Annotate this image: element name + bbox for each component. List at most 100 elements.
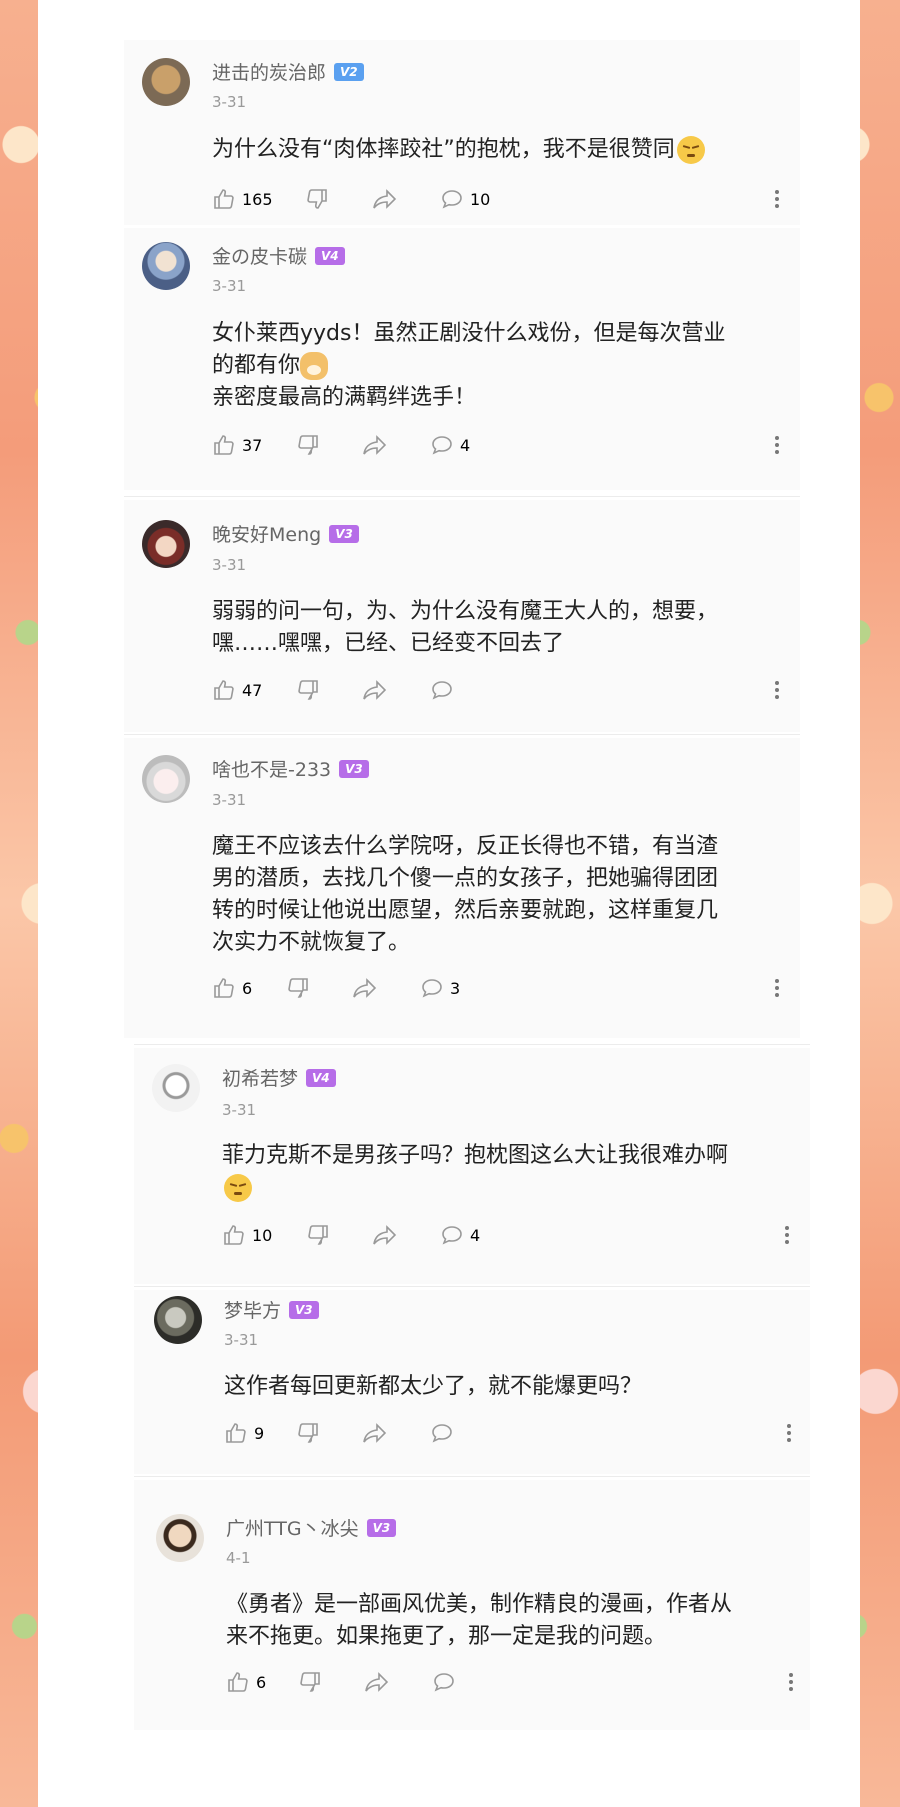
username[interactable]: 金の皮卡碳 V4 [212,242,345,269]
thumbs-down-icon [298,680,318,700]
avatar[interactable] [142,520,190,568]
share-button[interactable] [372,1223,398,1247]
comment-actions: 37 4 [212,431,782,461]
like-button[interactable]: 165 [212,187,273,211]
like-count: 10 [252,1225,273,1245]
thumbs-down-icon [307,189,327,209]
thumbs-up-icon [214,680,234,700]
avatar[interactable] [152,1064,200,1112]
reply-button[interactable] [430,1421,454,1445]
reply-button[interactable]: 4 [430,433,470,457]
more-options-button[interactable] [774,189,780,213]
more-options-button[interactable] [774,435,780,459]
share-button[interactable] [372,187,398,211]
divider [134,1476,810,1477]
thumbs-up-icon [226,1423,246,1443]
share-button[interactable] [364,1670,390,1694]
comment-date: 3-31 [212,791,247,809]
more-options-button[interactable] [784,1225,790,1249]
thumbs-up-icon [214,978,234,998]
like-button[interactable]: 6 [212,976,252,1000]
avatar[interactable] [154,1296,202,1344]
comment-bubble-icon [432,436,452,455]
smirk-emoji-icon [676,136,705,164]
reply-button[interactable] [432,1670,456,1694]
thumbs-down-icon [300,1672,320,1692]
dislike-button[interactable] [296,678,320,702]
username-text: 金の皮卡碳 [212,246,308,268]
avatar[interactable] [156,1514,204,1562]
more-options-button[interactable] [774,680,780,704]
reply-button[interactable]: 4 [440,1223,480,1247]
comment-bubble-icon [432,681,452,700]
username[interactable]: 晚安好Meng V3 [212,520,359,547]
comment-actions: 165 10 [212,185,782,215]
username[interactable]: 广州TTG丶冰尖 V3 [226,1514,397,1541]
share-button[interactable] [362,678,388,702]
comment-actions: 9 [224,1419,794,1449]
thumbs-up-icon [224,1225,244,1245]
dislike-button[interactable] [286,976,310,1000]
more-vertical-icon [775,681,779,699]
comment-text-line: 男的潜质，去找几个傻一点的女孩子，把她骗得团团 [212,866,719,891]
like-button[interactable]: 9 [224,1421,264,1445]
like-button[interactable]: 47 [212,678,262,702]
comment-text-line: 来不拖更。如果拖更了，那一定是我的问题。 [226,1624,667,1649]
reply-count: 4 [470,1225,481,1245]
reply-button[interactable]: 10 [440,187,490,211]
comment-text: 女仆莱西yyds！虽然正剧没什么戏份，但是每次营业 的都有你 亲密度最高的满羁绊… [212,318,772,414]
level-badge: V3 [289,1300,319,1319]
comment-text-line: 亲密度最高的满羁绊选手！ [212,385,477,410]
level-badge: V4 [306,1068,336,1087]
comment-date: 3-31 [222,1101,257,1119]
more-vertical-icon [775,979,779,997]
share-button[interactable] [352,976,378,1000]
comment-bubble-icon [442,190,462,209]
share-icon [373,1225,397,1245]
comment-list: 进击的炭治郎 V2 3-31 为什么没有“肉体摔跤社”的抱枕，我不是很赞同 16… [38,0,860,1807]
avatar[interactable] [142,58,190,106]
avatar[interactable] [142,755,190,803]
thumbs-down-icon [298,435,318,455]
username-text: 广州TTG丶冰尖 [226,1518,359,1540]
username[interactable]: 梦毕方 V3 [224,1296,319,1323]
dislike-button[interactable] [296,1421,320,1445]
more-options-button[interactable] [774,978,780,1002]
share-button[interactable] [362,1421,388,1445]
username-text: 晚安好Meng [212,524,322,546]
more-options-button[interactable] [786,1423,792,1447]
dislike-button[interactable] [298,1670,322,1694]
comment-bubble-icon [442,1226,462,1245]
thumbs-up-icon [228,1672,248,1692]
dislike-button[interactable] [306,1223,330,1247]
comment-text-line: 弱弱的问一句，为、为什么没有魔王大人的，想要， [212,599,719,624]
comment-text-line: 的都有你 [212,353,301,378]
reply-count: 10 [470,189,491,209]
smirk-emoji-icon [224,1174,252,1202]
username[interactable]: 初希若梦 V4 [222,1064,336,1091]
reply-button[interactable]: 3 [420,976,460,1000]
thumbs-down-icon [308,1225,328,1245]
avatar[interactable] [142,242,190,290]
more-vertical-icon [785,1226,789,1244]
like-button[interactable]: 6 [226,1670,266,1694]
comment-text-line: 嘿……嘿嘿，已经、已经变不回去了 [212,631,565,656]
like-button[interactable]: 10 [222,1223,272,1247]
comment-date: 3-31 [212,93,247,111]
comment-text: 菲力克斯不是男孩子吗？抱枕图这么大让我很难办啊 [222,1140,792,1204]
like-count: 6 [256,1672,267,1692]
like-button[interactable]: 37 [212,433,262,457]
divider [134,1286,810,1287]
username[interactable]: 啥也不是-233 V3 [212,755,369,782]
dislike-button[interactable] [305,187,329,211]
comment-text-line: 菲力克斯不是男孩子吗？抱枕图这么大让我很难办啊 [222,1143,729,1168]
thumbs-down-icon [298,1423,318,1443]
username[interactable]: 进击的炭治郎 V2 [212,58,364,85]
reply-button[interactable] [430,678,454,702]
share-icon [353,978,377,998]
username-text: 啥也不是-233 [212,759,332,781]
more-options-button[interactable] [788,1672,794,1696]
divider [124,734,800,735]
share-button[interactable] [362,433,388,457]
dislike-button[interactable] [296,433,320,457]
